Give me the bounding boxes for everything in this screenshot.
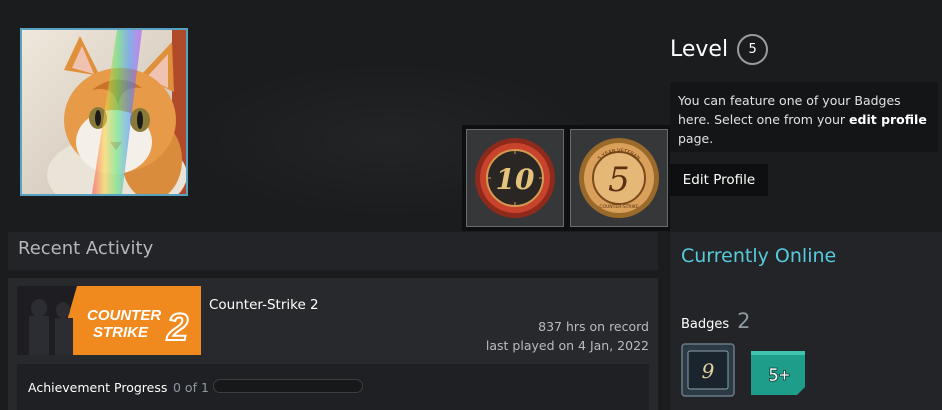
edit-profile-link[interactable]: edit profile	[849, 112, 927, 127]
csgo-10-year-coin-icon: 10	[475, 138, 555, 218]
showcase-slot-2[interactable]: 5 YEAR VETERAN COUNTER-STRIKE 5	[570, 129, 668, 227]
game-hours-on-record: 837 hrs on record	[538, 319, 649, 334]
cat-avatar-image	[22, 30, 186, 194]
counter-strike-2-logo: COUNTER STRIKE 2	[17, 286, 201, 355]
game-activity-card: COUNTER STRIKE 2 Counter-Strike 2 837 hr…	[8, 278, 658, 410]
showcase-coin-number-2: 5	[608, 160, 630, 200]
badge-showcase: 10 5 YEAR VETERAN COUNTER-STRIKE 5	[462, 125, 670, 231]
level-label: Level	[670, 37, 729, 62]
badges-count[interactable]: 2	[737, 309, 750, 333]
badge-5-plus[interactable]: 5+	[751, 343, 805, 397]
badge-9[interactable]: 9	[681, 343, 735, 397]
capsule-title-line-1: COUNTER	[87, 307, 161, 324]
profile-sidebar: Currently Online Badges 2 9 5+	[670, 232, 942, 410]
avatar[interactable]	[20, 28, 188, 196]
level-display: Level 5	[670, 34, 769, 65]
achievement-progress-label: Achievement Progress	[28, 380, 168, 395]
badges-label[interactable]: Badges	[681, 317, 729, 332]
showcase-coin-ring-bottom: COUNTER-STRIKE	[599, 204, 639, 210]
recent-activity-title: Recent Activity	[8, 232, 658, 270]
game-capsule-image[interactable]: COUNTER STRIKE 2	[17, 286, 201, 355]
badge-9-number: 9	[702, 359, 715, 383]
feature-hint-text-end: page.	[678, 131, 714, 146]
capsule-title-line-2: STRIKE	[93, 324, 149, 341]
showcase-slot-1[interactable]: 10	[466, 129, 564, 227]
showcase-coin-number: 10	[496, 163, 535, 196]
game-last-played: last played on 4 Jan, 2022	[485, 338, 649, 353]
achievement-progress-bar	[213, 379, 363, 393]
badge-5-plus-text: 5+	[768, 365, 790, 386]
level-badge[interactable]: 5	[737, 34, 769, 65]
edit-profile-button[interactable]: Edit Profile	[670, 164, 768, 196]
achievement-progress-count: 0 of 1	[173, 380, 209, 395]
game-name-link[interactable]: Counter-Strike 2	[209, 297, 319, 313]
5-year-veteran-coin-icon: 5 YEAR VETERAN COUNTER-STRIKE 5	[579, 138, 659, 218]
capsule-title-number: 2	[166, 307, 188, 349]
badges-header[interactable]: Badges 2	[681, 309, 751, 333]
9-badge-icon: 9	[681, 343, 735, 397]
feature-badge-hint: You can feature one of your Badges here.…	[670, 82, 938, 152]
5-plus-badge-icon: 5+	[751, 351, 805, 395]
online-status: Currently Online	[681, 245, 837, 267]
achievement-progress-row[interactable]: Achievement Progress 0 of 1	[17, 364, 649, 410]
